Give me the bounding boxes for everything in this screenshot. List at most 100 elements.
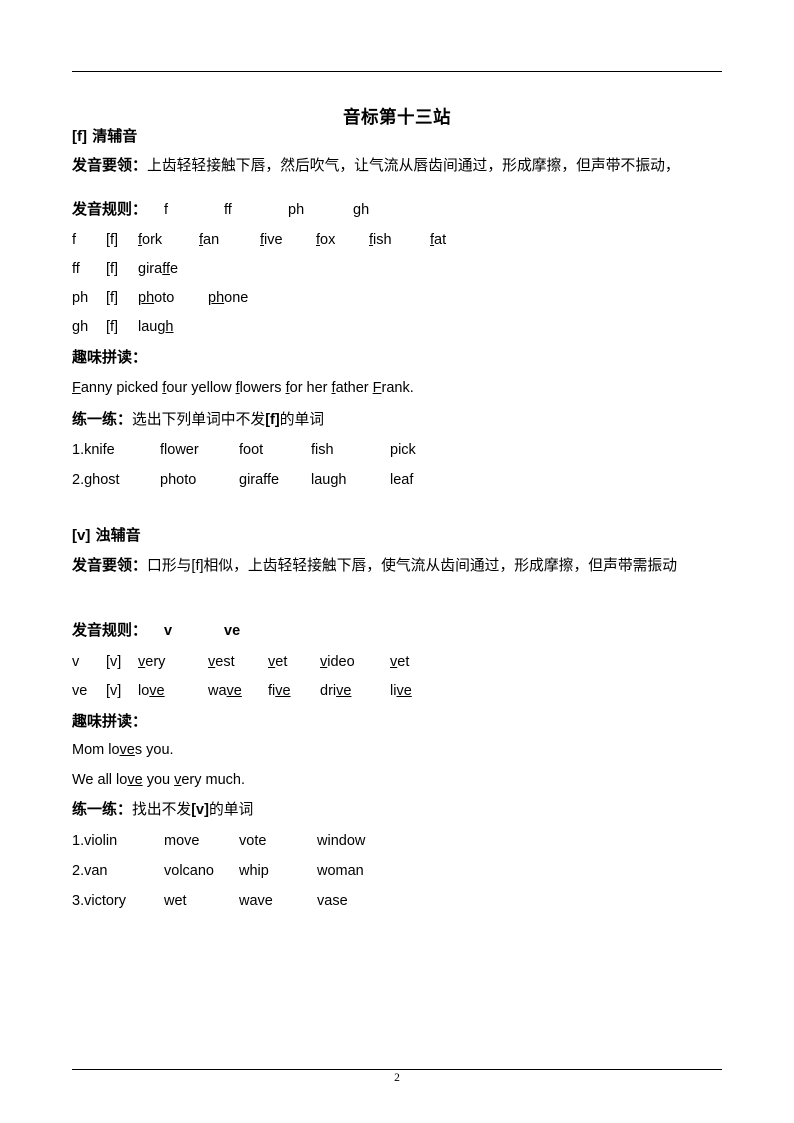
header-rule	[72, 71, 722, 72]
practice-word: fish	[311, 442, 334, 458]
practice-word: pick	[390, 442, 416, 458]
key-points-v-label: 发音要领：	[72, 556, 148, 574]
fun-sentence-v-1: Mom loves you.	[72, 742, 174, 758]
rule-letter-f-0: f	[164, 202, 169, 218]
practice-f-label: 练一练：	[72, 410, 133, 428]
section-v-label: 浊辅音	[95, 526, 141, 544]
practice-v-label: 练一练：	[72, 800, 133, 818]
word-row-ff-spelling: ff	[72, 261, 80, 277]
key-points-f-text: 上齿轻轻接触下唇，然后吹气，让气流从唇齿间通过，形成摩擦，但声带不振动，	[147, 157, 680, 174]
fun-reading-v-label: 趣味拼读：	[72, 712, 148, 730]
word-row-f-ipa: [f]	[106, 232, 119, 248]
section-heading-f: [f] 清辅音	[72, 126, 137, 147]
word-row-ve-spelling: ve	[72, 683, 88, 699]
page-number: 2	[394, 1072, 400, 1084]
word-item: very	[138, 654, 166, 670]
key-points-f-label: 发音要领：	[72, 156, 148, 174]
section-v-ipa: [v]	[72, 527, 91, 544]
practice-v-prompt-ipa: [v]	[191, 802, 209, 818]
rule-letter-f-2: ph	[288, 202, 305, 218]
practice-word: vase	[317, 893, 348, 909]
rules-label-v: 发音规则：	[72, 620, 147, 641]
word-item: vest	[208, 654, 235, 670]
rule-letter-v-1: ve	[224, 623, 241, 639]
rule-letter-v-0: v	[164, 623, 173, 639]
practice-v-prompt-post: 的单词	[208, 801, 254, 818]
word-item: live	[390, 683, 412, 699]
practice-f-prompt-post: 的单词	[279, 411, 325, 428]
rules-label-f: 发音规则：	[72, 199, 147, 220]
key-points-v-text-pre: 口形与	[147, 557, 192, 574]
word-row-v-ipa: [v]	[106, 654, 122, 670]
practice-word: wave	[239, 893, 273, 909]
key-points-f: 发音要领：上齿轻轻接触下唇，然后吹气，让气流从唇齿间通过，形成摩擦，但声带不振动…	[72, 152, 724, 180]
word-row-v-spelling: v	[72, 654, 80, 670]
fun-sentence-v-2: We all love you very much.	[72, 772, 246, 788]
practice-word: 3.victory	[72, 893, 126, 909]
word-item: vet	[268, 654, 288, 670]
word-item: fish	[369, 232, 392, 248]
document-page: 音标第十三站 [f] 清辅音 发音要领：上齿轻轻接触下唇，然后吹气，让气流从唇齿…	[0, 0, 794, 1123]
word-item: five	[260, 232, 283, 248]
practice-word: 1.violin	[72, 833, 118, 849]
section-heading-v: [v] 浊辅音	[72, 525, 141, 546]
practice-word: laugh	[311, 472, 347, 488]
practice-word: wet	[164, 893, 187, 909]
word-row-f-spelling: f	[72, 232, 77, 248]
footer-rule	[72, 1069, 722, 1070]
practice-word: foot	[239, 442, 264, 458]
page-title: 音标第十三站	[343, 108, 451, 128]
word-row-ph-ipa: [f]	[106, 290, 119, 306]
word-row-ve-ipa: [v]	[106, 683, 122, 699]
key-points-v-text-post: 相似，上齿轻轻接触下唇，使气流从齿间通过，形成摩擦，但声带需振动	[203, 557, 678, 574]
word-item: giraffe	[138, 261, 179, 277]
practice-v-prompt-pre: 找出不发	[132, 801, 192, 818]
section-f-label: 清辅音	[92, 127, 138, 145]
fun-reading-label-f: 趣味拼读：	[72, 347, 147, 368]
practice-word: leaf	[390, 472, 414, 488]
word-item: fork	[138, 232, 163, 248]
fun-reading-f-label: 趣味拼读：	[72, 348, 148, 366]
practice-f-prompt-pre: 选出下列单词中不发	[132, 411, 266, 428]
word-item: fox	[316, 232, 336, 248]
word-item: video	[320, 654, 355, 670]
fun-sentence-f-1: Fanny picked four yellow flowers for her…	[72, 380, 414, 396]
word-item: photo	[138, 290, 175, 306]
rule-letter-f-3: gh	[353, 202, 370, 218]
word-item: drive	[320, 683, 352, 699]
practice-prompt-f: 练一练：选出下列单词中不发[f]的单词	[72, 409, 324, 430]
practice-word: move	[164, 833, 200, 849]
practice-word: volcano	[164, 863, 214, 879]
practice-f-prompt-ipa: [f]	[265, 412, 280, 428]
practice-word: 1.knife	[72, 442, 115, 458]
practice-word: photo	[160, 472, 197, 488]
word-item: fan	[199, 232, 220, 248]
word-item: five	[268, 683, 291, 699]
fun-reading-label-v: 趣味拼读：	[72, 711, 147, 732]
practice-prompt-v: 练一练：找出不发[v]的单词	[72, 799, 253, 820]
word-item: vet	[390, 654, 410, 670]
word-item: wave	[208, 683, 242, 699]
rules-f-label: 发音规则：	[72, 200, 148, 218]
practice-word: whip	[239, 863, 269, 879]
word-item: fat	[430, 232, 447, 248]
practice-word: flower	[160, 442, 199, 458]
practice-word: vote	[239, 833, 267, 849]
key-points-v-ipa: [f]	[191, 558, 204, 574]
word-row-gh-ipa: [f]	[106, 319, 119, 335]
key-points-v: 发音要领：口形与[f]相似，上齿轻轻接触下唇，使气流从齿间通过，形成摩擦，但声带…	[72, 551, 724, 581]
word-row-ff-ipa: [f]	[106, 261, 119, 277]
practice-word: window	[317, 833, 366, 849]
practice-word: giraffe	[239, 472, 280, 488]
word-item: phone	[208, 290, 249, 306]
rules-v-label: 发音规则：	[72, 621, 148, 639]
rule-letter-f-1: ff	[224, 202, 232, 218]
practice-word: 2.van	[72, 863, 108, 879]
word-item: love	[138, 683, 165, 699]
section-f-ipa: [f]	[72, 128, 87, 145]
practice-word: woman	[317, 863, 364, 879]
practice-word: 2.ghost	[72, 472, 120, 488]
word-row-ph-spelling: ph	[72, 290, 89, 306]
word-row-gh-spelling: gh	[72, 319, 89, 335]
word-item: laugh	[138, 319, 174, 335]
